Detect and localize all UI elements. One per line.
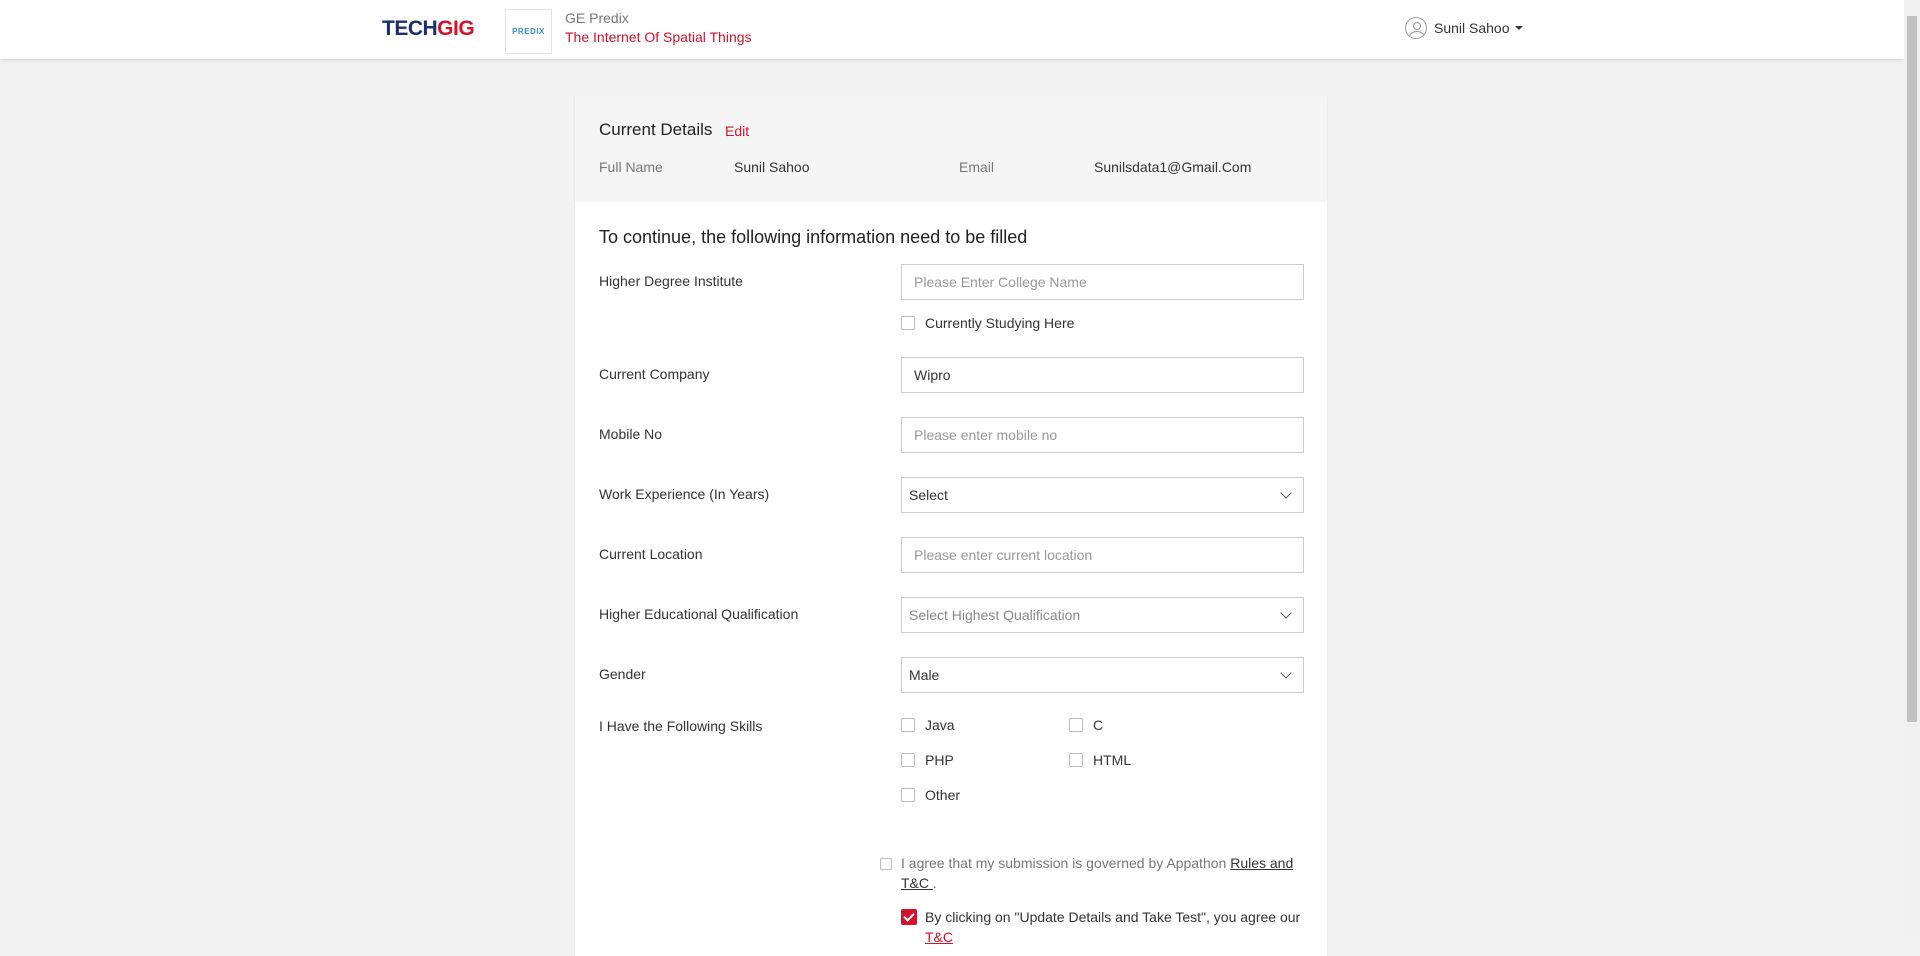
skill-java-checkbox[interactable]	[901, 718, 915, 732]
company-input[interactable]	[901, 357, 1304, 393]
institute-label: Higher Degree Institute	[599, 273, 743, 289]
current-details-panel: Current Details Edit Full Name Sunil Sah…	[575, 96, 1327, 202]
gender-selected: Male	[909, 667, 940, 683]
logo-part-gig: GIG	[437, 17, 475, 40]
skills-label: I Have the Following Skills	[599, 718, 763, 734]
skill-c-checkbox[interactable]	[1069, 718, 1083, 732]
chevron-down-icon	[1280, 487, 1292, 499]
current-details-title: Current Details	[599, 120, 713, 139]
event-organizer: GE Predix	[565, 10, 629, 26]
location-input[interactable]	[901, 537, 1304, 573]
user-name: Sunil Sahoo	[1434, 20, 1510, 36]
logo-part-tech: TECH	[382, 17, 438, 40]
edit-details-link[interactable]: Edit	[725, 123, 749, 139]
skill-other-label: Other	[925, 787, 961, 803]
agree-rules-suffix: .	[932, 875, 937, 891]
techgig-logo[interactable]: TECHGIG	[382, 17, 475, 41]
event-logo: PREDIX	[505, 9, 552, 54]
mobile-input[interactable]	[901, 417, 1304, 453]
caret-down-icon	[1514, 26, 1523, 30]
page-scrollbar[interactable]	[1904, 0, 1920, 935]
company-label: Current Company	[599, 366, 710, 382]
skill-html-label: HTML	[1093, 752, 1132, 768]
email-label: Email	[959, 159, 995, 175]
qualification-selected: Select Highest Qualification	[909, 607, 1081, 623]
full-name-label: Full Name	[599, 159, 663, 175]
agree-tc-checkbox[interactable]	[901, 909, 917, 925]
user-avatar-icon	[1405, 17, 1427, 39]
form-title: To continue, the following information n…	[599, 227, 1028, 247]
chevron-down-icon	[1280, 667, 1292, 679]
skill-php-checkbox[interactable]	[901, 753, 915, 767]
agree-rules-text: I agree that my submission is governed b…	[901, 853, 1301, 893]
qualification-select[interactable]: Select Highest Qualification	[901, 597, 1304, 633]
mobile-label: Mobile No	[599, 426, 663, 442]
agree-tc-link[interactable]: T&C	[925, 929, 953, 945]
email-value: Sunilsdata1@Gmail.Com	[1094, 159, 1252, 175]
skill-java-label: Java	[925, 717, 955, 733]
skill-php-label: PHP	[925, 752, 954, 768]
agree-rules-checkbox[interactable]	[880, 858, 892, 870]
skill-other-checkbox[interactable]	[901, 788, 915, 802]
tc-link[interactable]: T&C	[901, 875, 933, 891]
institute-input[interactable]	[901, 264, 1304, 300]
user-menu[interactable]: Sunil Sahoo	[1405, 16, 1523, 40]
experience-select[interactable]: Select	[901, 477, 1304, 513]
event-name[interactable]: The Internet Of Spatial Things	[565, 29, 752, 45]
agree-tc-text: By clicking on "Update Details and Take …	[925, 907, 1315, 947]
experience-label: Work Experience (In Years)	[599, 486, 770, 502]
agree-rules-text-main: I agree that my submission is governed b…	[901, 855, 1231, 871]
currently-studying-label: Currently Studying Here	[925, 315, 1075, 331]
chevron-down-icon	[1280, 607, 1292, 619]
scrollbar-thumb[interactable]	[1907, 16, 1917, 722]
agree-tc-text-main: By clicking on "Update Details and Take …	[925, 909, 1301, 925]
gender-label: Gender	[599, 666, 646, 682]
gender-select[interactable]: Male	[901, 657, 1304, 693]
experience-selected: Select	[909, 487, 948, 503]
currently-studying-checkbox[interactable]	[901, 316, 915, 330]
qualification-label: Higher Educational Qualification	[599, 606, 799, 622]
skill-html-checkbox[interactable]	[1069, 753, 1083, 767]
skill-c-label: C	[1093, 717, 1104, 733]
rules-and-link[interactable]: Rules and	[1230, 855, 1293, 871]
location-label: Current Location	[599, 546, 703, 562]
event-logo-text: PREDIX	[512, 27, 545, 36]
full-name-value: Sunil Sahoo	[734, 159, 810, 175]
top-navbar: TECHGIG PREDIX GE Predix The Internet Of…	[0, 0, 1904, 59]
details-form-card: Current Details Edit Full Name Sunil Sah…	[575, 96, 1327, 956]
